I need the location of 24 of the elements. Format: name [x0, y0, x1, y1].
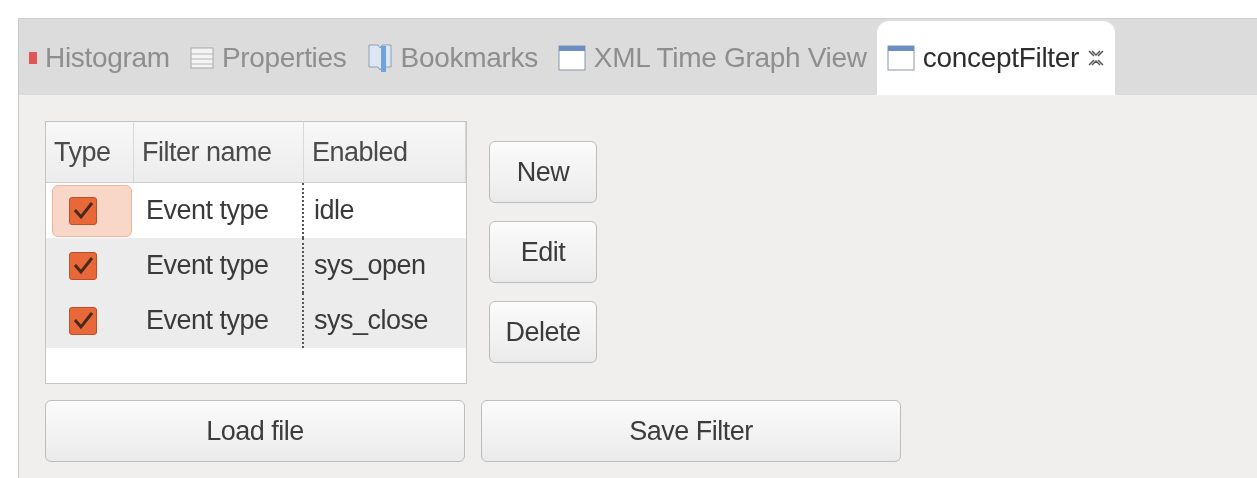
action-button[interactable]: Delete [489, 301, 597, 363]
table-row[interactable]: Event type sys_open [46, 238, 466, 293]
column-header[interactable]: Type [46, 122, 134, 182]
book-icon [366, 43, 393, 73]
checkbox[interactable] [69, 252, 97, 280]
checkbox[interactable] [69, 307, 97, 335]
file-button[interactable]: Save Filter [481, 400, 901, 462]
column-header[interactable]: Enabled [304, 122, 466, 182]
window-icon [886, 45, 915, 71]
table-cell: Event type [136, 293, 304, 348]
table-icon [189, 47, 214, 69]
table-cell-text: sys_open [313, 249, 427, 282]
column-header[interactable]: Filter name [134, 122, 304, 182]
action-button[interactable]: Edit [489, 221, 597, 283]
window-icon [557, 45, 586, 71]
action-button[interactable]: New [489, 141, 597, 203]
table-row[interactable]: Event type sys_close [46, 293, 466, 348]
view-tab[interactable]: conceptFilter [876, 21, 1116, 95]
checkbox[interactable] [69, 197, 97, 225]
close-icon[interactable] [1087, 49, 1106, 67]
table-cell-text: idle [313, 194, 356, 227]
file-button[interactable]: Load file [45, 400, 465, 462]
table-cell-text: sys_close [313, 304, 430, 337]
histogram-icon [29, 52, 37, 64]
